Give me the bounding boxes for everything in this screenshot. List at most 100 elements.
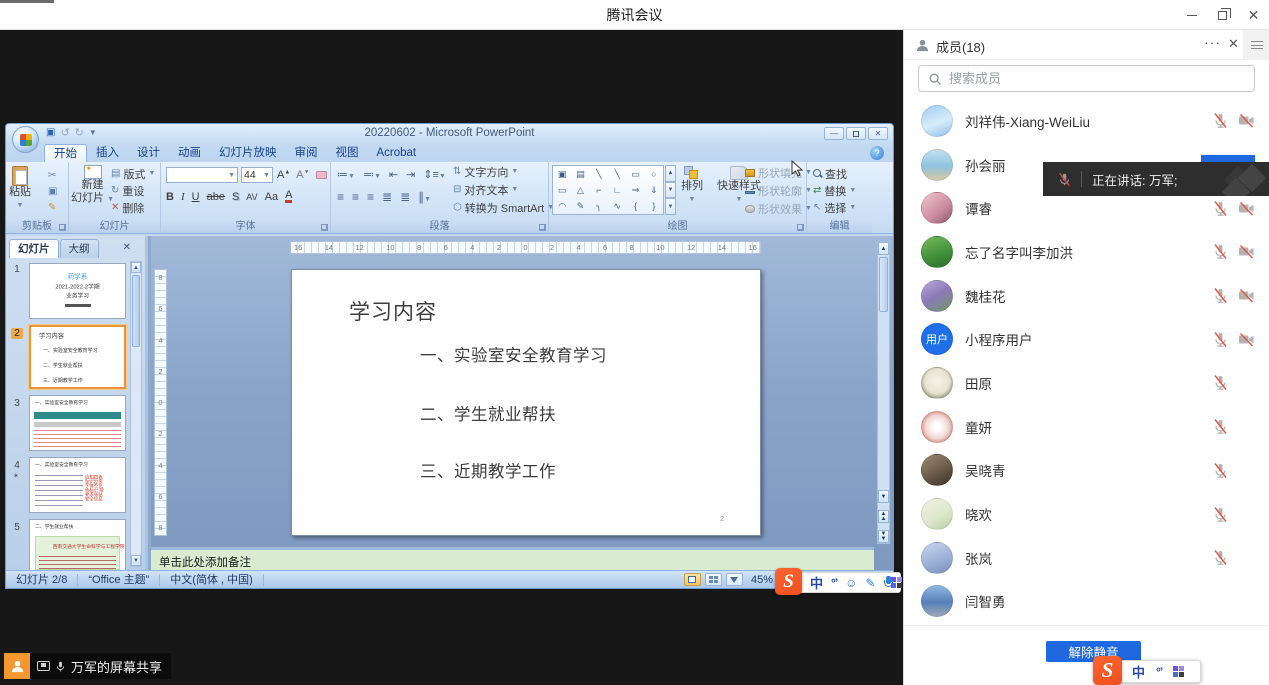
- shape-icon[interactable]: ∟: [613, 186, 622, 195]
- redo-icon[interactable]: ↻: [75, 126, 84, 139]
- shape-icon[interactable]: ▣: [558, 170, 567, 179]
- pane-scrollbar[interactable]: ▲ ▼: [130, 261, 142, 567]
- camera-off-icon[interactable]: [1238, 243, 1255, 260]
- ime-menu-icon-2[interactable]: [1173, 666, 1185, 678]
- shape-icon[interactable]: ⇒: [632, 186, 640, 195]
- shape-icon[interactable]: ▭: [558, 186, 567, 195]
- search-input[interactable]: [949, 66, 1249, 91]
- ribbon-tab[interactable]: 设计: [128, 144, 169, 162]
- member-row[interactable]: 晓欢: [904, 492, 1269, 536]
- arrange-button[interactable]: 排列 ▼: [681, 166, 703, 206]
- member-search-box[interactable]: [918, 65, 1255, 92]
- find-button[interactable]: 查找: [813, 166, 847, 181]
- slide-bullet-2[interactable]: 二、学生就业帮扶: [420, 401, 556, 425]
- status-zoom-level[interactable]: 45%: [751, 574, 773, 586]
- slide-thumbnail-3[interactable]: 一、实验室安全教育学习: [29, 395, 126, 451]
- shape-icon[interactable]: ✎: [577, 202, 585, 211]
- align-center-icon[interactable]: ≡: [352, 190, 359, 204]
- gallery-down-icon[interactable]: ▼: [665, 182, 676, 199]
- increase-indent-icon[interactable]: ⇥: [406, 168, 415, 181]
- shape-icon[interactable]: ∿: [613, 202, 621, 211]
- close-button[interactable]: ✕: [1238, 0, 1269, 30]
- select-button[interactable]: ↖选择▼: [813, 200, 856, 215]
- text-direction-button[interactable]: ⇅文字方向▼: [453, 164, 518, 179]
- slide-title[interactable]: 学习内容: [349, 296, 437, 326]
- grow-font-button[interactable]: A▲: [277, 169, 290, 181]
- ime-punctuation-icon-2[interactable]: °’: [1156, 665, 1162, 679]
- slide-bullet-3[interactable]: 三、近期教学工作: [420, 458, 556, 482]
- camera-off-icon[interactable]: [1238, 287, 1255, 304]
- sogou-logo-icon[interactable]: S: [775, 568, 802, 595]
- mic-muted-icon[interactable]: [1212, 418, 1229, 435]
- shape-icon[interactable]: ╲: [596, 170, 601, 179]
- ime-toolbar-ppt[interactable]: 中 °’ ☺ ✎: [797, 572, 901, 593]
- ribbon-tab[interactable]: 审阅: [286, 144, 327, 162]
- ppt-minimize-button[interactable]: —: [824, 127, 844, 140]
- panel-close-icon[interactable]: ✕: [1228, 36, 1239, 52]
- slide-canvas[interactable]: 学习内容 一、实验室安全教育学习 二、学生就业帮扶 三、近期教学工作 2: [291, 269, 761, 536]
- shape-icon[interactable]: ╮: [596, 202, 601, 211]
- shadow-button[interactable]: S: [232, 191, 239, 203]
- ime-pen-icon[interactable]: ✎: [865, 576, 875, 590]
- shape-icon[interactable]: {: [634, 202, 637, 211]
- more-options-icon[interactable]: ···: [1204, 34, 1221, 50]
- smartart-button[interactable]: ⬡转换为 SmartArt▼: [453, 200, 554, 215]
- ppt-restore-button[interactable]: [846, 127, 866, 140]
- mic-muted-icon[interactable]: [1212, 462, 1229, 479]
- columns-icon[interactable]: ∥▼: [418, 190, 431, 204]
- distribute-icon[interactable]: ≣: [400, 190, 410, 204]
- shape-icon[interactable]: ⌐: [596, 186, 601, 195]
- ppt-close-button[interactable]: ✕: [868, 127, 888, 140]
- paste-button[interactable]: 粘贴 ▼: [9, 166, 31, 212]
- shape-outline-button[interactable]: 形状轮廓▼: [745, 183, 812, 198]
- help-icon[interactable]: ?: [870, 146, 884, 160]
- character-spacing-button[interactable]: AV: [246, 192, 257, 202]
- ime-toolbar-bottom[interactable]: 中 °’: [1118, 660, 1201, 683]
- ribbon-tab[interactable]: Acrobat: [368, 144, 426, 162]
- paragraph-dialog-launcher[interactable]: [539, 224, 546, 231]
- scroll-down-icon[interactable]: ▼: [878, 490, 889, 503]
- member-row[interactable]: 刘祥伟-Xiang-WeiLiu: [904, 99, 1269, 143]
- restore-button[interactable]: [1207, 0, 1238, 30]
- delete-slide-button[interactable]: ✕删除: [111, 200, 144, 215]
- mic-muted-icon[interactable]: [1212, 549, 1229, 566]
- font-name-combo[interactable]: ▼: [166, 167, 238, 183]
- hover-button-partial[interactable]: [1201, 155, 1255, 162]
- gallery-more-icon[interactable]: ▼: [665, 198, 676, 215]
- scroll-thumb[interactable]: [879, 257, 888, 312]
- member-row[interactable]: 魏桂花: [904, 274, 1269, 318]
- tab-outline[interactable]: 大纲: [60, 239, 99, 258]
- pane-scroll-down-icon[interactable]: ▼: [131, 555, 141, 566]
- normal-view-button[interactable]: [684, 573, 701, 586]
- clear-formatting-icon[interactable]: [316, 171, 327, 179]
- justify-icon[interactable]: ≣: [382, 190, 392, 204]
- camera-off-icon[interactable]: [1238, 331, 1255, 348]
- shape-icon[interactable]: ○: [651, 170, 656, 179]
- change-case-button[interactable]: Aa: [265, 191, 278, 203]
- slide-thumbnail-2-selected[interactable]: 学习内容 一、实验室安全教育学习 二、学生就业帮扶 三、近期教学工作: [29, 325, 126, 389]
- mic-muted-icon[interactable]: [1212, 112, 1229, 129]
- shape-icon[interactable]: ▭: [631, 170, 640, 179]
- shape-icon[interactable]: ⇓: [650, 186, 658, 195]
- ribbon-tab[interactable]: 幻灯片放映: [210, 144, 286, 162]
- numbering-icon[interactable]: ≕▼: [363, 168, 381, 181]
- shape-effects-button[interactable]: 形状效果▼: [745, 201, 812, 216]
- layout-button[interactable]: ▤版式▼: [111, 166, 155, 181]
- member-row[interactable]: 忘了名字叫李加洪: [904, 230, 1269, 274]
- replace-button[interactable]: ⇄替换▼: [813, 183, 856, 198]
- sogou-logo-icon-2[interactable]: S: [1093, 656, 1122, 685]
- camera-off-icon[interactable]: [1238, 112, 1255, 129]
- slide-bullet-1[interactable]: 一、实验室安全教育学习: [420, 342, 607, 366]
- drawing-dialog-launcher[interactable]: [797, 224, 804, 231]
- mic-muted-icon[interactable]: [1212, 287, 1229, 304]
- slide-sorter-button[interactable]: [705, 573, 722, 586]
- pane-scroll-thumb[interactable]: [132, 275, 140, 347]
- member-row[interactable]: 张岚: [904, 536, 1269, 580]
- previous-slide-button[interactable]: ▲▲: [878, 510, 889, 523]
- align-text-button[interactable]: ⊟对齐文本▼: [453, 182, 518, 197]
- office-button[interactable]: [12, 126, 39, 153]
- qat-dropdown-icon[interactable]: ▼: [89, 128, 97, 137]
- font-size-combo[interactable]: 44▼: [241, 167, 273, 183]
- panel-collapse-handle[interactable]: [1243, 30, 1269, 60]
- ime-emoji-icon[interactable]: ☺: [845, 576, 857, 590]
